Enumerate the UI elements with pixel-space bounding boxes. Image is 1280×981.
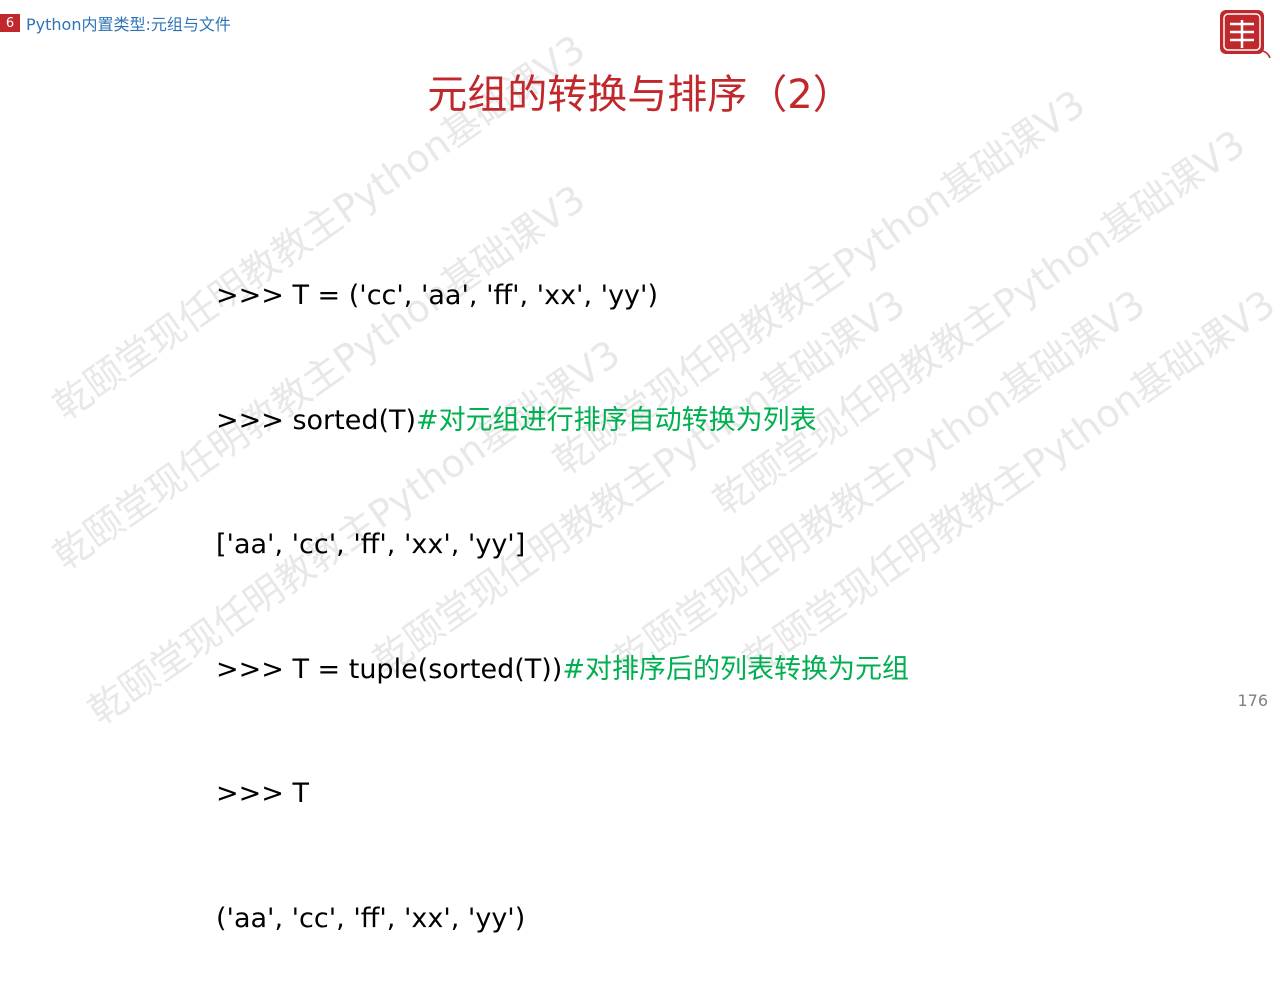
code-line: >>> T = ('cc', 'aa', 'ff', 'xx', 'yy')	[216, 275, 909, 317]
breadcrumb: Python内置类型:元组与文件	[26, 15, 231, 34]
code-text: >>> T	[216, 778, 309, 809]
code-line: >>> sorted(T)#对元组进行排序自动转换为列表	[216, 400, 909, 442]
code-text: ['aa', 'cc', 'ff', 'xx', 'yy']	[216, 529, 526, 560]
code-block: >>> T = ('cc', 'aa', 'ff', 'xx', 'yy') >…	[216, 192, 909, 981]
code-line: ('aa', 'cc', 'ff', 'xx', 'yy')	[216, 898, 909, 940]
code-line: >>> T = tuple(sorted(T))#对排序后的列表转换为元组	[216, 649, 909, 691]
code-text: >>> sorted(T)	[216, 404, 417, 436]
header: 6 Python内置类型:元组与文件	[0, 12, 231, 34]
code-text: ('aa', 'cc', 'ff', 'xx', 'yy')	[216, 902, 526, 934]
code-text: >>> T = ('cc', 'aa', 'ff', 'xx', 'yy')	[216, 280, 658, 311]
chapter-badge: 6	[0, 14, 20, 32]
code-line: ['aa', 'cc', 'ff', 'xx', 'yy']	[216, 524, 909, 566]
code-comment: #对元组进行排序自动转换为列表	[416, 404, 817, 436]
code-line: >>> T	[216, 773, 909, 815]
slide-title: 元组的转换与排序（2）	[427, 72, 853, 118]
page-number: 176	[1237, 691, 1268, 710]
code-comment: #对排序后的列表转换为元组	[562, 653, 909, 685]
code-text: >>> T = tuple(sorted(T))	[216, 653, 563, 685]
qianyitang-logo-icon	[1220, 10, 1271, 59]
